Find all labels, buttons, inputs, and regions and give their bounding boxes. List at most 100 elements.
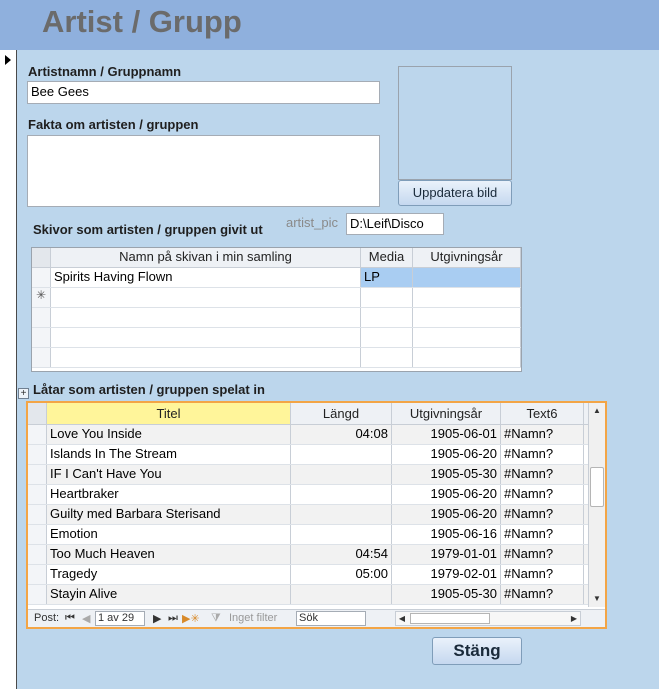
song-title-cell[interactable]: Tragedy: [47, 565, 291, 584]
artist-pic-field[interactable]: D:\Leif\Disco: [346, 213, 444, 235]
album-name-cell[interactable]: [51, 288, 361, 307]
song-row[interactable]: Heartbraker 1905-06-20 #Namn?: [28, 485, 588, 505]
song-row[interactable]: Islands In The Stream 1905-06-20 #Namn?: [28, 445, 588, 465]
first-record-icon[interactable]: ⏮: [65, 612, 75, 625]
close-button[interactable]: Stäng: [432, 637, 522, 665]
row-selector[interactable]: [32, 268, 51, 287]
expand-icon[interactable]: +: [18, 388, 29, 399]
song-title-cell[interactable]: Islands In The Stream: [47, 445, 291, 464]
album-media-cell[interactable]: LP: [361, 268, 413, 287]
song-title-cell[interactable]: Emotion: [47, 525, 291, 544]
song-year-cell[interactable]: 1905-06-20: [392, 485, 501, 504]
song-year-cell[interactable]: 1905-06-16: [392, 525, 501, 544]
albums-col-media[interactable]: Media: [361, 248, 413, 267]
album-year-cell[interactable]: [413, 288, 521, 307]
song-row[interactable]: Love You Inside 04:08 1905-06-01 #Namn?: [28, 425, 588, 445]
album-row[interactable]: Spirits Having Flown LP: [32, 268, 521, 288]
songs-col-year[interactable]: Utgivningsår: [392, 403, 501, 424]
record-position-field[interactable]: 1 av 29: [95, 611, 145, 626]
artist-name-field[interactable]: Bee Gees: [27, 81, 380, 104]
select-all-corner[interactable]: [32, 248, 51, 267]
update-image-button[interactable]: Uppdatera bild: [398, 180, 512, 206]
record-selector[interactable]: [0, 50, 17, 689]
row-selector[interactable]: [28, 505, 47, 524]
song-title-cell[interactable]: Guilty med Barbara Sterisand: [47, 505, 291, 524]
song-length-cell[interactable]: 04:54: [291, 545, 392, 564]
song-title-cell[interactable]: Heartbraker: [47, 485, 291, 504]
song-year-cell[interactable]: 1905-05-30: [392, 465, 501, 484]
row-selector[interactable]: [28, 525, 47, 544]
scroll-right-icon[interactable]: ▶: [568, 612, 580, 625]
album-name-cell[interactable]: Spirits Having Flown: [51, 268, 361, 287]
song-length-cell[interactable]: [291, 525, 392, 544]
song-text6-cell[interactable]: #Namn?: [501, 585, 584, 604]
song-text6-cell[interactable]: #Namn?: [501, 445, 584, 464]
song-title-cell[interactable]: IF I Can't Have You: [47, 465, 291, 484]
horizontal-scrollbar[interactable]: ◀ ▶: [395, 611, 581, 626]
song-row[interactable]: Tragedy 05:00 1979-02-01 #Namn?: [28, 565, 588, 585]
song-text6-cell[interactable]: #Namn?: [501, 525, 584, 544]
scroll-down-icon[interactable]: ▼: [589, 591, 605, 607]
row-selector[interactable]: [28, 545, 47, 564]
row-selector[interactable]: [28, 445, 47, 464]
song-length-cell[interactable]: [291, 585, 392, 604]
song-year-cell[interactable]: 1979-01-01: [392, 545, 501, 564]
album-year-cell[interactable]: [413, 268, 521, 287]
select-all-corner[interactable]: [28, 403, 47, 424]
song-year-cell[interactable]: 1979-02-01: [392, 565, 501, 584]
empty-cell: [361, 348, 413, 367]
song-length-cell[interactable]: 04:08: [291, 425, 392, 444]
song-length-cell[interactable]: [291, 505, 392, 524]
song-text6-cell[interactable]: #Namn?: [501, 425, 584, 444]
song-year-cell[interactable]: 1905-06-20: [392, 505, 501, 524]
song-text6-cell[interactable]: #Namn?: [501, 505, 584, 524]
album-media-cell[interactable]: [361, 288, 413, 307]
last-record-icon[interactable]: ⏭: [168, 612, 178, 625]
song-length-cell[interactable]: [291, 485, 392, 504]
song-length-cell[interactable]: [291, 465, 392, 484]
empty-cell: [361, 328, 413, 347]
scroll-thumb[interactable]: [590, 467, 604, 507]
song-year-cell[interactable]: 1905-06-01: [392, 425, 501, 444]
next-record-icon[interactable]: ▶: [153, 612, 161, 625]
albums-col-year[interactable]: Utgivningsår: [413, 248, 521, 267]
album-new-row[interactable]: ✳: [32, 288, 521, 308]
empty-cell: [51, 308, 361, 327]
song-row[interactable]: Guilty med Barbara Sterisand 1905-06-20 #N…: [28, 505, 588, 525]
new-record-nav-icon[interactable]: ▶✳: [182, 612, 200, 625]
row-selector: [32, 328, 51, 347]
row-selector[interactable]: [28, 465, 47, 484]
song-text6-cell[interactable]: #Namn?: [501, 465, 584, 484]
songs-col-text6[interactable]: Text6: [501, 403, 584, 424]
song-title-cell[interactable]: Too Much Heaven: [47, 545, 291, 564]
empty-cell: [51, 328, 361, 347]
row-selector[interactable]: [28, 585, 47, 604]
song-text6-cell[interactable]: #Namn?: [501, 565, 584, 584]
no-filter-label[interactable]: Inget filter: [229, 612, 277, 624]
song-title-cell[interactable]: Love You Inside: [47, 425, 291, 444]
facts-field[interactable]: [27, 135, 380, 207]
song-year-cell[interactable]: 1905-06-20: [392, 445, 501, 464]
song-text6-cell[interactable]: #Namn?: [501, 545, 584, 564]
songs-col-title[interactable]: Titel: [47, 403, 291, 424]
song-row[interactable]: Emotion 1905-06-16 #Namn?: [28, 525, 588, 545]
search-input[interactable]: Sök: [296, 611, 366, 626]
song-length-cell[interactable]: [291, 445, 392, 464]
song-length-cell[interactable]: 05:00: [291, 565, 392, 584]
song-text6-cell[interactable]: #Namn?: [501, 485, 584, 504]
hscroll-thumb[interactable]: [410, 613, 490, 624]
row-selector[interactable]: [28, 565, 47, 584]
scroll-up-icon[interactable]: ▲: [589, 403, 605, 419]
row-selector[interactable]: [28, 485, 47, 504]
prev-record-icon[interactable]: ◀: [82, 612, 90, 625]
row-selector[interactable]: [28, 425, 47, 444]
albums-col-name[interactable]: Namn på skivan i min samling: [51, 248, 361, 267]
song-year-cell[interactable]: 1905-05-30: [392, 585, 501, 604]
songs-col-length[interactable]: Längd: [291, 403, 392, 424]
song-row[interactable]: Stayin Alive 1905-05-30 #Namn?: [28, 585, 588, 605]
song-title-cell[interactable]: Stayin Alive: [47, 585, 291, 604]
song-row[interactable]: IF I Can't Have You 1905-05-30 #Namn?: [28, 465, 588, 485]
song-row[interactable]: Too Much Heaven 04:54 1979-01-01 #Namn?: [28, 545, 588, 565]
scroll-left-icon[interactable]: ◀: [396, 612, 408, 625]
vertical-scrollbar[interactable]: ▲ ▼: [588, 403, 605, 607]
